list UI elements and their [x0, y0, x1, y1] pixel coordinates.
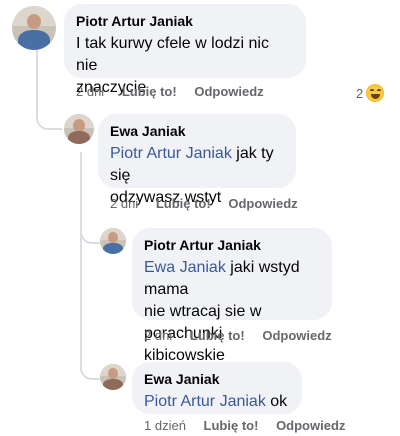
reply-button[interactable]: Odpowiedz [228, 196, 297, 211]
mention-link[interactable]: Piotr Artur Janiak [144, 393, 266, 410]
comment-time[interactable]: 2 dni [144, 328, 172, 343]
comment-text-line: I tak kurwy cfele w lodzi nic nie [76, 35, 269, 74]
comment-text: Piotr Artur Janiak ok [144, 391, 290, 413]
comment-author[interactable]: Ewa Janiak [144, 370, 290, 388]
reply-button[interactable]: Odpowiedz [262, 328, 331, 343]
comment-bubble: Ewa Janiak Piotr Artur Janiak ok [132, 362, 302, 414]
thread-connector-reply-3 [80, 240, 102, 380]
avatar[interactable] [100, 364, 126, 390]
reaction-count: 2 [356, 85, 364, 101]
comment-bubble: Ewa Janiak Piotr Artur Janiak jak ty się… [98, 114, 296, 206]
comment-meta: 1 dzień Lubię to! Odpowiedz [144, 418, 359, 433]
reply-button[interactable]: Odpowiedz [276, 418, 345, 433]
avatar[interactable] [64, 114, 94, 144]
mention-link[interactable]: Piotr Artur Janiak [110, 145, 232, 162]
comment-time[interactable]: 1 dzień [144, 418, 186, 433]
comment-bubble: Piotr Artur Janiak Ewa Janiak jaki wstyd… [132, 228, 332, 364]
mention-link[interactable]: Ewa Janiak [144, 259, 226, 276]
comment-text: Ewa Janiak jaki wstyd mama nie wtracaj s… [144, 257, 320, 367]
comment-meta: 2 dni Lubię to! Odpowiedz [110, 196, 312, 211]
thread-connector-reply-1 [36, 100, 62, 130]
comment-meta: 2 dni Lubię to! Odpowiedz [76, 84, 278, 99]
like-button[interactable]: Lubię to! [122, 84, 177, 99]
comment-author[interactable]: Piotr Artur Janiak [76, 12, 294, 30]
avatar[interactable] [100, 228, 126, 254]
reply-button[interactable]: Odpowiedz [194, 84, 263, 99]
reaction-summary[interactable]: 2 [356, 84, 385, 102]
haha-emoji-icon [366, 84, 385, 102]
comment-bubble: Piotr Artur Janiak I tak kurwy cfele w l… [64, 4, 306, 96]
comment-author[interactable]: Piotr Artur Janiak [144, 236, 320, 254]
avatar[interactable] [12, 6, 56, 50]
like-button[interactable]: Lubię to! [204, 418, 259, 433]
comment-text-line: ok [265, 393, 288, 410]
like-button[interactable]: Lubię to! [190, 328, 245, 343]
comment-time[interactable]: 2 dni [76, 84, 104, 99]
comment-time[interactable]: 2 dni [110, 196, 138, 211]
comment-meta: 2 dni Lubię to! Odpowiedz [144, 328, 346, 343]
comment-author[interactable]: Ewa Janiak [110, 122, 284, 140]
like-button[interactable]: Lubię to! [156, 196, 211, 211]
